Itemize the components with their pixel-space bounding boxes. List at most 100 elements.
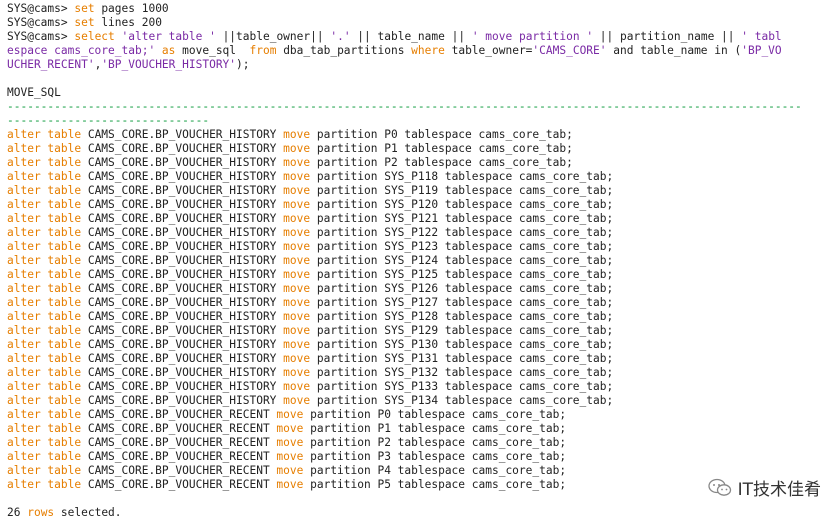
keyword-alter-table: alter table bbox=[7, 282, 82, 295]
keyword-alter-table: alter table bbox=[7, 310, 82, 323]
partition-clause: partition P2 tablespace cams_core_tab; bbox=[303, 436, 567, 449]
keyword-move: move bbox=[283, 296, 311, 309]
table-name: CAMS_CORE.BP_VOUCHER_HISTORY bbox=[81, 184, 284, 197]
keyword-move: move bbox=[283, 352, 311, 365]
partition-clause: partition P4 tablespace cams_core_tab; bbox=[303, 464, 567, 477]
command-args: lines 200 bbox=[94, 16, 162, 29]
keyword-move: move bbox=[283, 156, 311, 169]
partition-clause: partition SYS_P124 tablespace cams_core_… bbox=[310, 254, 614, 267]
partition-clause: partition SYS_P127 tablespace cams_core_… bbox=[310, 296, 614, 309]
keyword-alter-table: alter table bbox=[7, 198, 82, 211]
table-name: CAMS_CORE.BP_VOUCHER_HISTORY bbox=[81, 156, 284, 169]
sql-text: table_owner= bbox=[444, 44, 533, 57]
table-name: CAMS_CORE.BP_VOUCHER_RECENT bbox=[81, 422, 277, 435]
keyword-alter-table: alter table bbox=[7, 142, 82, 155]
partition-clause: partition P1 tablespace cams_core_tab; bbox=[310, 142, 573, 155]
result-row: alter table CAMS_CORE.BP_VOUCHER_HISTORY… bbox=[7, 380, 833, 394]
keyword-alter-table: alter table bbox=[7, 408, 82, 421]
keyword-alter-table: alter table bbox=[7, 422, 82, 435]
keyword-alter-table: alter table bbox=[7, 436, 82, 449]
keyword-alter-table: alter table bbox=[7, 450, 82, 463]
table-name: CAMS_CORE.BP_VOUCHER_HISTORY bbox=[81, 296, 284, 309]
keyword-alter-table: alter table bbox=[7, 268, 82, 281]
keyword-where: where bbox=[411, 44, 445, 57]
keyword-move: move bbox=[283, 142, 311, 155]
keyword-move: move bbox=[283, 380, 311, 393]
partition-clause: partition P2 tablespace cams_core_tab; bbox=[310, 156, 573, 169]
keyword-move: move bbox=[276, 436, 304, 449]
result-row: alter table CAMS_CORE.BP_VOUCHER_RECENT … bbox=[7, 450, 833, 464]
prompt: SYS@cams> bbox=[7, 16, 75, 29]
keyword-move: move bbox=[276, 408, 304, 421]
command-line-set-lines: SYS@cams> set lines 200 bbox=[7, 16, 833, 30]
keyword-move: move bbox=[283, 310, 311, 323]
string-literal: 'CAMS_CORE' bbox=[532, 44, 607, 57]
keyword-alter-table: alter table bbox=[7, 296, 82, 309]
table-name: CAMS_CORE.BP_VOUCHER_HISTORY bbox=[81, 380, 284, 393]
keyword-alter-table: alter table bbox=[7, 352, 82, 365]
separator-line: ------------------------------ bbox=[7, 114, 210, 127]
prompt: SYS@cams> bbox=[7, 2, 75, 15]
partition-clause: partition SYS_P118 tablespace cams_core_… bbox=[310, 170, 614, 183]
sql-text: ); bbox=[236, 58, 250, 71]
keyword-alter-table: alter table bbox=[7, 254, 82, 267]
table-name: CAMS_CORE.BP_VOUCHER_HISTORY bbox=[81, 128, 284, 141]
result-row: alter table CAMS_CORE.BP_VOUCHER_HISTORY… bbox=[7, 310, 833, 324]
table-name: CAMS_CORE.BP_VOUCHER_HISTORY bbox=[81, 366, 284, 379]
keyword-alter-table: alter table bbox=[7, 128, 82, 141]
watermark: IT技术佳肴 bbox=[707, 475, 821, 500]
row-count: 26 bbox=[7, 506, 21, 519]
keyword-alter-table: alter table bbox=[7, 240, 82, 253]
result-row: alter table CAMS_CORE.BP_VOUCHER_HISTORY… bbox=[7, 282, 833, 296]
keyword-alter-table: alter table bbox=[7, 464, 82, 477]
keyword-as: as bbox=[155, 44, 176, 57]
keyword-alter-table: alter table bbox=[7, 184, 82, 197]
partition-clause: partition SYS_P123 tablespace cams_core_… bbox=[310, 240, 614, 253]
keyword: set bbox=[74, 16, 95, 29]
table-name: CAMS_CORE.BP_VOUCHER_RECENT bbox=[81, 436, 277, 449]
table-name: CAMS_CORE.BP_VOUCHER_HISTORY bbox=[81, 226, 284, 239]
result-row: alter table CAMS_CORE.BP_VOUCHER_HISTORY… bbox=[7, 142, 833, 156]
query-line-3: UCHER_RECENT','BP_VOUCHER_HISTORY'); bbox=[7, 58, 833, 72]
keyword-alter-table: alter table bbox=[7, 324, 82, 337]
partition-clause: partition SYS_P121 tablespace cams_core_… bbox=[310, 212, 614, 225]
table-name: CAMS_CORE.BP_VOUCHER_HISTORY bbox=[81, 142, 284, 155]
keyword-move: move bbox=[283, 338, 311, 351]
string-literal: ' move partition ' bbox=[471, 30, 594, 43]
string-literal: 'alter table ' bbox=[114, 30, 216, 43]
table-name: CAMS_CORE.BP_VOUCHER_HISTORY bbox=[81, 212, 284, 225]
result-row: alter table CAMS_CORE.BP_VOUCHER_HISTORY… bbox=[7, 226, 833, 240]
result-row: alter table CAMS_CORE.BP_VOUCHER_HISTORY… bbox=[7, 170, 833, 184]
keyword-move: move bbox=[283, 254, 311, 267]
table-name: CAMS_CORE.BP_VOUCHER_RECENT bbox=[81, 450, 277, 463]
partition-clause: partition SYS_P130 tablespace cams_core_… bbox=[310, 338, 614, 351]
partition-clause: partition SYS_P126 tablespace cams_core_… bbox=[310, 282, 614, 295]
query-line-1: SYS@cams> select 'alter table ' ||table_… bbox=[7, 30, 833, 44]
keyword-alter-table: alter table bbox=[7, 226, 82, 239]
partition-clause: partition SYS_P129 tablespace cams_core_… bbox=[310, 324, 614, 337]
table-name: CAMS_CORE.BP_VOUCHER_RECENT bbox=[81, 478, 277, 491]
table-name: CAMS_CORE.BP_VOUCHER_HISTORY bbox=[81, 352, 284, 365]
result-row: alter table CAMS_CORE.BP_VOUCHER_RECENT … bbox=[7, 436, 833, 450]
string-literal: '.' bbox=[330, 30, 351, 43]
table-name: CAMS_CORE.BP_VOUCHER_RECENT bbox=[81, 464, 277, 477]
keyword-move: move bbox=[283, 366, 311, 379]
keyword-move: move bbox=[283, 184, 311, 197]
keyword-move: move bbox=[283, 198, 311, 211]
separator-line: ----------------------------------------… bbox=[7, 100, 802, 113]
result-row: alter table CAMS_CORE.BP_VOUCHER_HISTORY… bbox=[7, 352, 833, 366]
column-header: MOVE_SQL bbox=[7, 86, 61, 99]
footer-text: selected. bbox=[54, 506, 122, 519]
result-row: alter table CAMS_CORE.BP_VOUCHER_HISTORY… bbox=[7, 338, 833, 352]
keyword-alter-table: alter table bbox=[7, 380, 82, 393]
table-name: CAMS_CORE.BP_VOUCHER_HISTORY bbox=[81, 198, 284, 211]
keyword-alter-table: alter table bbox=[7, 156, 82, 169]
table-name: CAMS_CORE.BP_VOUCHER_HISTORY bbox=[81, 268, 284, 281]
string-literal: 'BP_VO bbox=[741, 44, 782, 57]
result-row: alter table CAMS_CORE.BP_VOUCHER_HISTORY… bbox=[7, 198, 833, 212]
terminal-output[interactable]: SYS@cams> set pages 1000 SYS@cams> set l… bbox=[0, 0, 833, 522]
table-name: CAMS_CORE.BP_VOUCHER_HISTORY bbox=[81, 338, 284, 351]
keyword-alter-table: alter table bbox=[7, 170, 82, 183]
table-name: CAMS_CORE.BP_VOUCHER_HISTORY bbox=[81, 282, 284, 295]
result-row: alter table CAMS_CORE.BP_VOUCHER_HISTORY… bbox=[7, 184, 833, 198]
